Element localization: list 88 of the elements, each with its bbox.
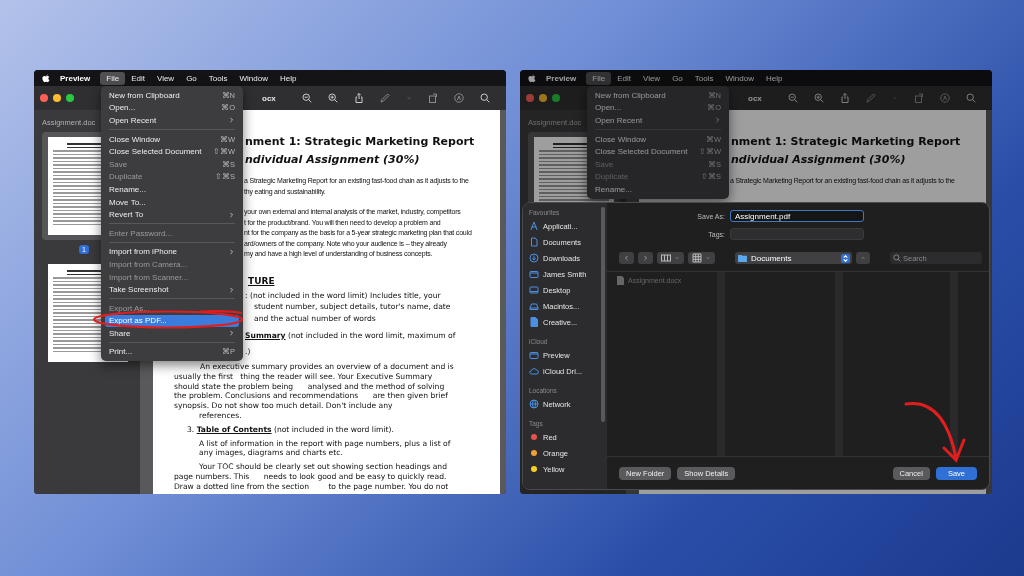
grid-icon: [692, 253, 702, 263]
document-heading: ndividual Assignment (30%): [245, 153, 420, 166]
window-title: ocx: [748, 93, 763, 103]
apple-logo-icon[interactable]: [42, 73, 50, 83]
zoom-out-icon: [302, 93, 312, 103]
file-icon: [529, 317, 539, 327]
search-icon: [966, 93, 976, 103]
menu-bar-item[interactable]: Edit: [125, 71, 151, 85]
chevron-right-icon: [642, 254, 649, 262]
zoom-window-button[interactable]: [552, 94, 560, 102]
markup-icon: [454, 93, 464, 103]
menu-bar-item[interactable]: View: [636, 71, 667, 85]
desktop-icon: [529, 285, 539, 295]
app-menu[interactable]: Preview: [540, 73, 587, 83]
menu-bar-item[interactable]: File: [100, 71, 126, 85]
chevron-right-icon: [228, 247, 235, 256]
menu-bar-item[interactable]: Go: [180, 71, 203, 85]
document-heading: nment 1: Strategic Marketing Report: [245, 135, 475, 148]
apple-logo-icon[interactable]: [528, 73, 536, 83]
search-icon: [480, 93, 490, 103]
close-window-button[interactable]: [40, 94, 48, 102]
menu-bar-item[interactable]: Help: [273, 71, 303, 85]
zoom-window-button[interactable]: [66, 94, 74, 102]
forward-button[interactable]: [638, 252, 653, 264]
chevron-down-icon: [674, 254, 680, 262]
markup-icon: [940, 93, 950, 103]
menu-item[interactable]: Revert To: [105, 208, 239, 221]
document-icon: [529, 237, 539, 247]
close-window-button[interactable]: [526, 94, 534, 102]
chevron-left-icon: [623, 254, 630, 262]
menu-bar-item[interactable]: Help: [759, 71, 789, 85]
share-icon: [840, 93, 850, 103]
grid-view-button[interactable]: [688, 252, 715, 264]
app-menu[interactable]: Preview: [54, 73, 101, 83]
menu-bar-item[interactable]: Go: [666, 71, 689, 85]
zoom-out-icon: [788, 93, 798, 103]
minimize-window-button[interactable]: [539, 94, 547, 102]
menu-item[interactable]: Move To...: [105, 195, 239, 209]
chevron-down-icon: [705, 254, 711, 262]
menu-item[interactable]: Take Screenshot: [105, 283, 239, 296]
chevron-right-icon: [228, 116, 235, 125]
menu-bar-item[interactable]: File: [586, 71, 612, 85]
menu-bar-item[interactable]: Tools: [688, 71, 720, 85]
menu-bar-item[interactable]: Window: [233, 71, 274, 85]
menu-bar-item[interactable]: Edit: [611, 71, 637, 85]
rotate-icon: [428, 93, 438, 103]
location-dropdown[interactable]: Documents: [735, 252, 852, 264]
menu-item[interactable]: Open Recent: [591, 114, 725, 127]
chevron-right-icon: [228, 210, 235, 219]
zoom-in-icon: [814, 93, 824, 103]
folder-icon: [529, 350, 539, 360]
chevron-right-icon: [228, 329, 235, 338]
document-heading: TURE: [248, 275, 275, 286]
back-button[interactable]: [619, 252, 634, 264]
apps-icon: [529, 221, 539, 231]
scrollbar[interactable]: [601, 207, 605, 422]
menu-bar-item[interactable]: Window: [719, 71, 760, 85]
save-as-field[interactable]: Assignment.pdf: [730, 210, 864, 222]
cloud-icon: [529, 366, 539, 376]
folder-icon: [529, 269, 539, 279]
chevron-right-icon: [714, 116, 721, 125]
search-icon: [893, 254, 901, 262]
chevron-right-icon: [228, 285, 235, 294]
document-heading: nment 1: Strategic Marketing Report: [731, 135, 961, 148]
menu-item[interactable]: Rename...: [105, 183, 239, 196]
menu-bar-item[interactable]: Tools: [202, 71, 234, 85]
minimize-window-button[interactable]: [53, 94, 61, 102]
rotate-icon: [914, 93, 924, 103]
pen-icon: [866, 93, 876, 103]
up-down-arrows-icon: [841, 253, 850, 263]
globe-icon: [529, 399, 539, 409]
document-icon: [617, 276, 624, 285]
menu-item[interactable]: Rename...: [591, 183, 725, 196]
column-view-button[interactable]: [657, 252, 684, 264]
menu-bar-item[interactable]: View: [150, 71, 181, 85]
columns-icon: [661, 253, 671, 263]
menu-item[interactable]: Open Recent: [105, 114, 239, 127]
zoom-in-icon: [328, 93, 338, 103]
menu-item[interactable]: Share: [105, 327, 239, 340]
pen-icon: [380, 93, 390, 103]
tags-field[interactable]: [730, 228, 864, 240]
window-title: ocx: [262, 93, 277, 103]
folder-icon: [738, 254, 747, 262]
chevron-up-icon: [860, 254, 866, 262]
document-heading: ndividual Assignment (30%): [731, 153, 906, 166]
share-icon: [354, 93, 364, 103]
download-icon: [529, 253, 539, 263]
menu-item[interactable]: Import from iPhone: [105, 245, 239, 259]
